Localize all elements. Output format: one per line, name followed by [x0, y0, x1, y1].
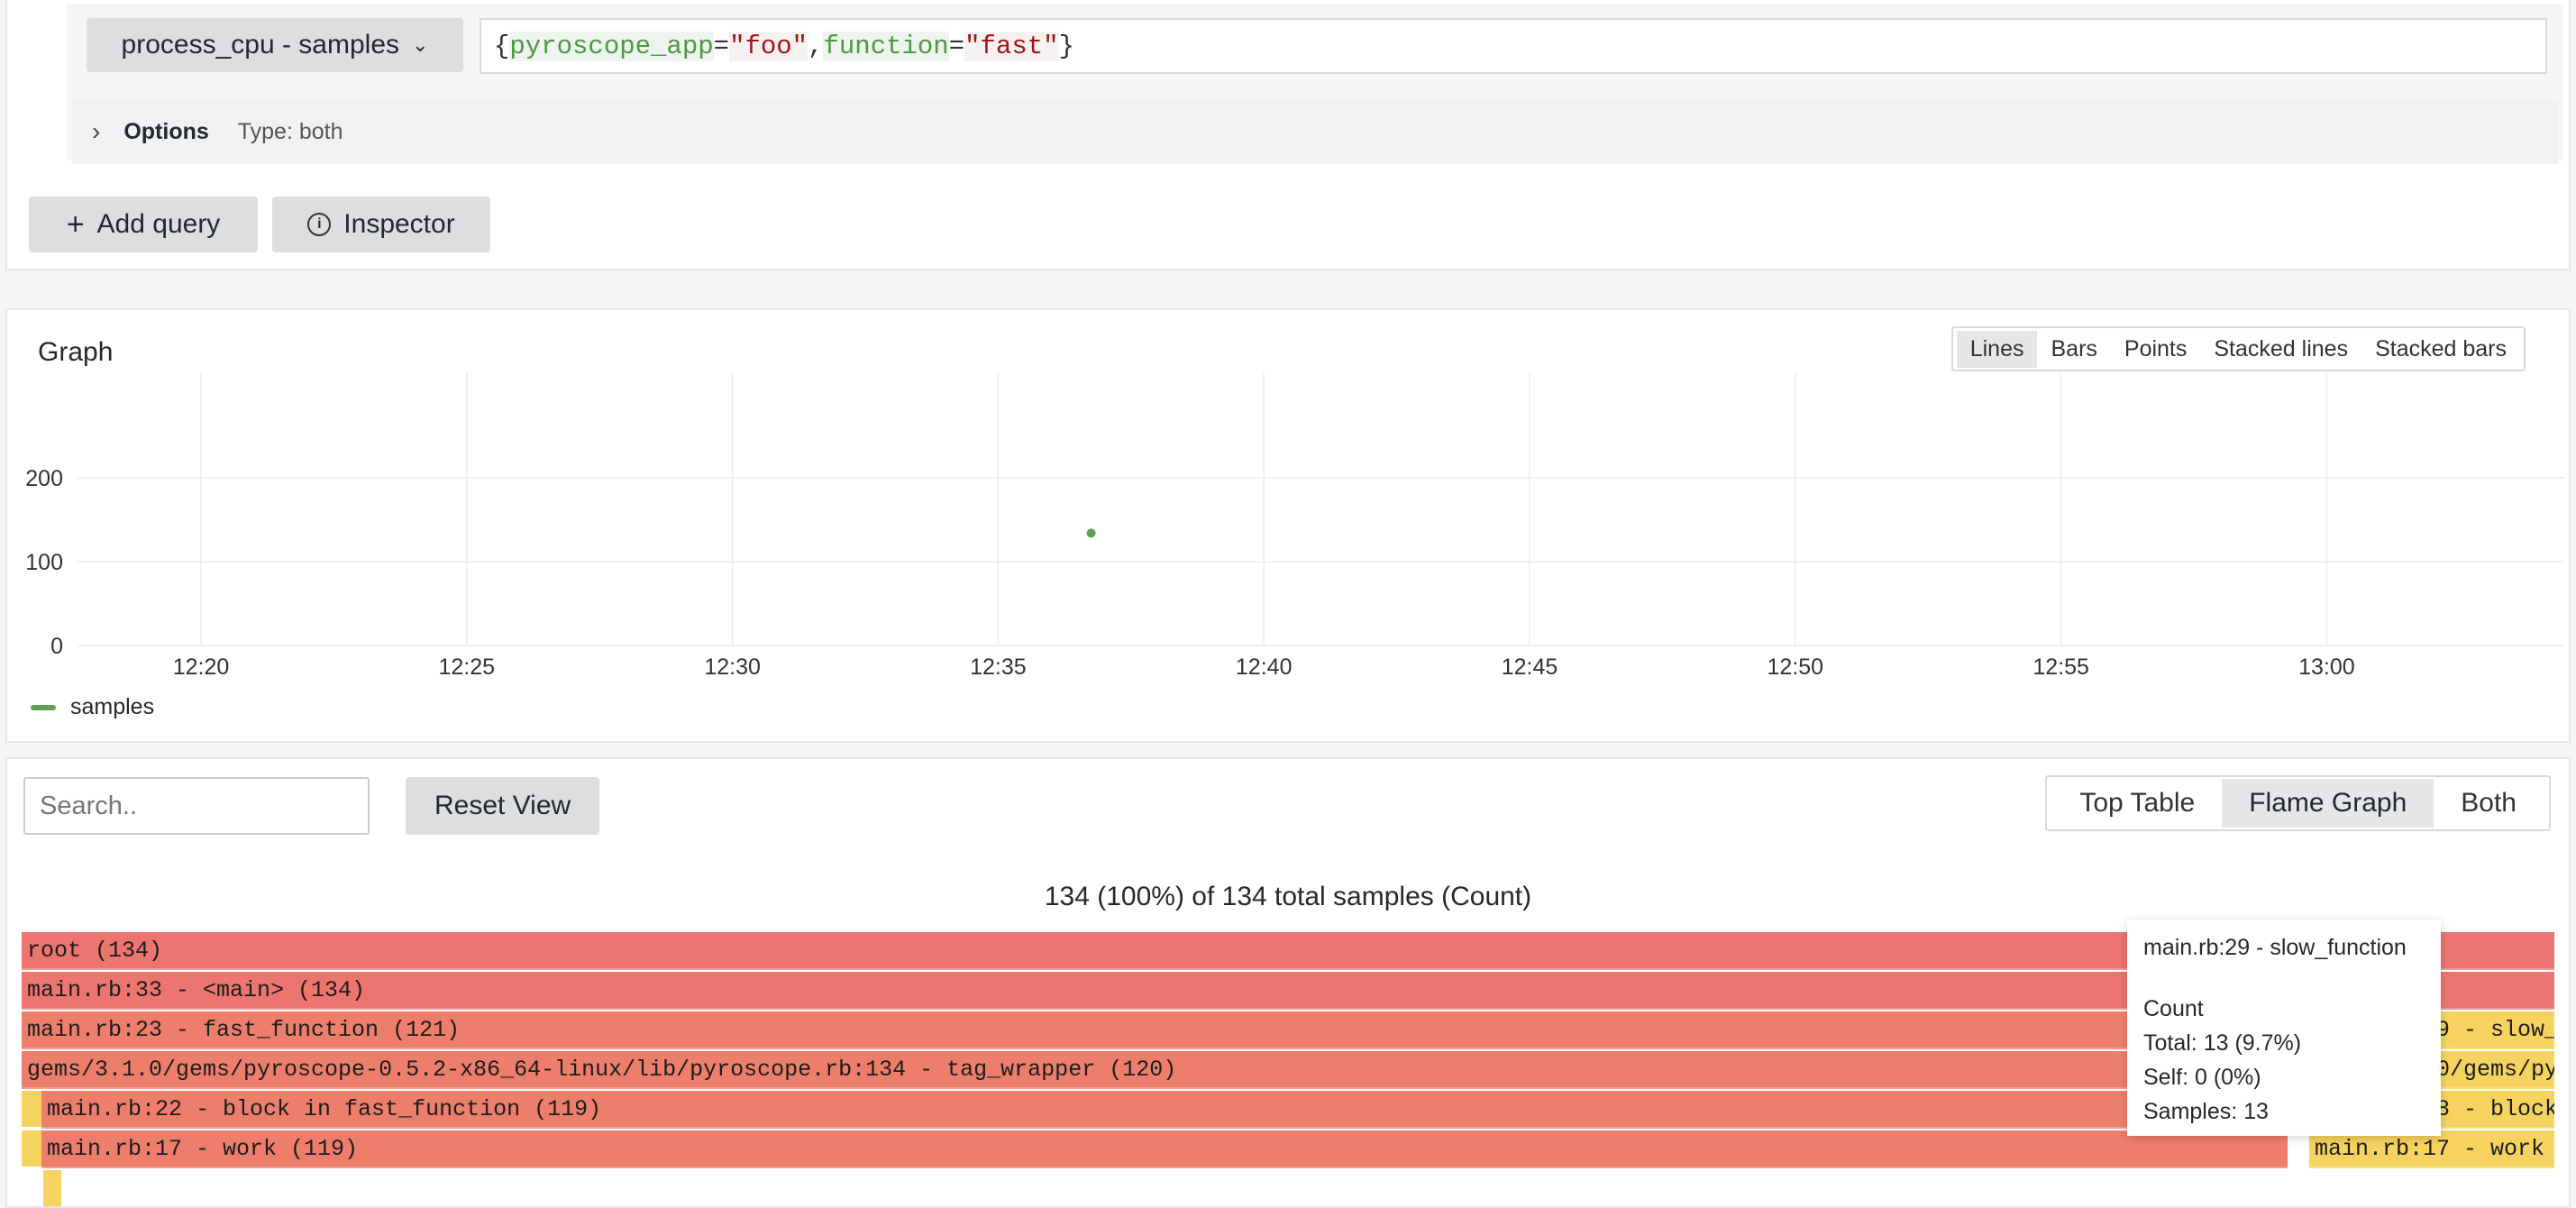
options-type: Type: both [237, 118, 343, 144]
query-token: function [823, 31, 949, 61]
tab-both[interactable]: Both [2434, 779, 2544, 828]
reset-view-button[interactable]: Reset View [406, 777, 600, 835]
data-point[interactable] [1086, 528, 1096, 538]
label-selector-input[interactable]: { pyroscope_app = "foo", function = "fast"} [480, 18, 2547, 74]
x-tick-label: 12:40 [1236, 654, 1293, 680]
x-tick-label: 12:50 [1768, 654, 1824, 680]
query-token: "fast" [964, 31, 1059, 61]
y-tick-label: 0 [50, 634, 63, 659]
graph-panel: Graph Lines Bars Points Stacked lines Stacke… [5, 308, 2571, 743]
view-mode-tabs: Top Table Flame Graph Both [2045, 775, 2551, 831]
chevron-down-icon: ⌄ [412, 33, 429, 56]
x-tick-label: 12:35 [970, 654, 1027, 680]
x-tick-label: 12:45 [1502, 654, 1558, 680]
tooltip-samples: Samples: 13 [2143, 1099, 2269, 1124]
query-panel: process_cpu - samples ⌄ { pyroscope_app =… [5, 0, 2571, 270]
flame-frame-small[interactable] [43, 1170, 61, 1206]
y-tick-label: 200 [25, 466, 63, 491]
query-token: "foo" [729, 31, 808, 61]
query-token: { [494, 31, 510, 61]
tab-top-table[interactable]: Top Table [2052, 779, 2222, 828]
tooltip-metric: Count [2143, 996, 2204, 1021]
legend-label: samples [70, 694, 155, 719]
flame-frame[interactable]: main.rb:17 - work [2309, 1130, 2554, 1168]
add-query-label: Add query [96, 209, 221, 239]
flame-frame[interactable]: main.rb:22 - block in fast_function (119… [41, 1091, 2288, 1129]
total-samples-label: 134 (100%) of 134 total samples (Count) [1044, 882, 1532, 911]
y-tick-label: 100 [25, 550, 63, 575]
options-label: Options [123, 118, 209, 144]
flame-tooltip: main.rb:29 - slow_function Count Total: … [2127, 920, 2441, 1136]
chevron-right-icon: › [92, 117, 101, 145]
x-tick-label: 12:25 [439, 654, 496, 680]
chart-legend[interactable]: samples [31, 694, 154, 720]
flame-frame-small[interactable] [22, 1091, 41, 1127]
query-token: pyroscope_app [509, 31, 714, 61]
legend-swatch [31, 704, 56, 710]
x-tick-label: 12:30 [704, 654, 761, 680]
timeseries-chart[interactable]: 0 100 200 12:20 12:25 12:30 12:35 12:40 12:45 12:… [7, 310, 2572, 689]
query-token: } [1058, 31, 1074, 61]
profile-type-select[interactable]: process_cpu - samples ⌄ [87, 18, 463, 72]
x-tick-label: 13:00 [2298, 654, 2355, 680]
query-token: , [808, 31, 824, 61]
plus-icon: + [66, 206, 85, 242]
tooltip-title: main.rb:29 - slow_function [2143, 935, 2407, 960]
inspector-button[interactable]: i Inspector [272, 197, 490, 252]
query-token: = [713, 31, 730, 61]
flame-frame[interactable]: main.rb:17 - work (119) [41, 1130, 2288, 1168]
profile-type-label: process_cpu - samples [121, 30, 400, 59]
tooltip-total: Total: 13 (9.7%) [2143, 1030, 2302, 1056]
inspector-label: Inspector [343, 209, 455, 239]
options-toggle[interactable]: › Options Type: both [72, 99, 2558, 164]
info-icon: i [307, 213, 332, 236]
x-tick-label: 12:20 [173, 654, 230, 680]
add-query-button[interactable]: + Add query [29, 197, 258, 252]
search-input[interactable] [23, 777, 370, 835]
tab-flame-graph[interactable]: Flame Graph [2222, 779, 2434, 828]
tooltip-self: Self: 0 (0%) [2143, 1065, 2261, 1090]
flame-frame-small[interactable] [22, 1130, 41, 1167]
query-token: = [948, 31, 965, 61]
x-tick-label: 12:55 [2032, 654, 2089, 680]
